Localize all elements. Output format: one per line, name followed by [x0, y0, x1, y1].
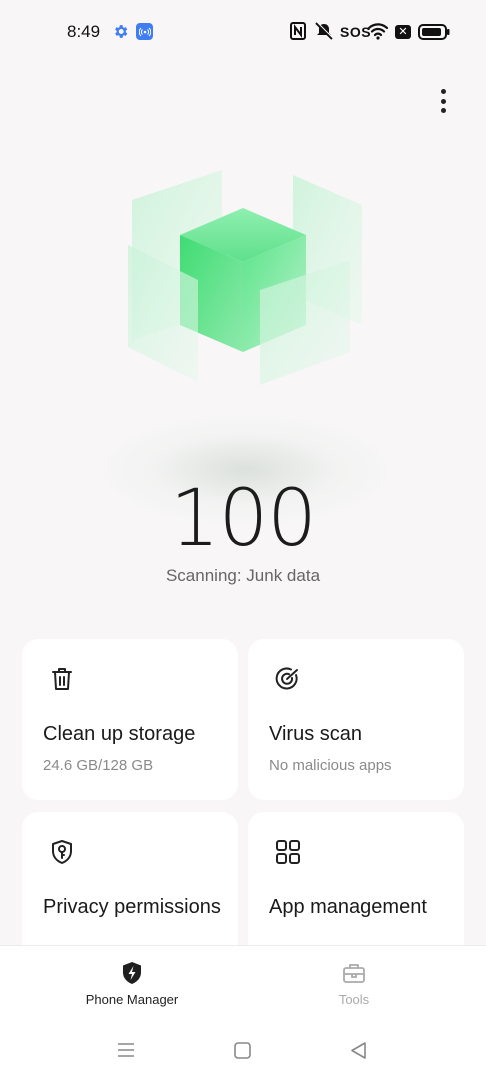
shield-key-icon — [52, 840, 72, 864]
mute-icon — [315, 22, 334, 40]
radar-icon — [275, 667, 298, 690]
close-box-icon: ✕ — [395, 25, 411, 39]
cast-icon — [136, 23, 153, 40]
gear-icon — [115, 25, 128, 38]
card-title: App management — [269, 896, 427, 918]
tab-label: Phone Manager — [85, 992, 179, 1007]
tab-label: Tools — [338, 992, 370, 1007]
bottom-navigation: Phone Manager Tools — [0, 945, 486, 1080]
card-title: Virus scan — [269, 723, 363, 745]
card-subtitle: No malicious apps — [269, 757, 392, 774]
tab-phone-manager[interactable]: Phone Manager — [57, 960, 207, 1007]
home-icon[interactable] — [234, 1042, 251, 1059]
virus-scan-card[interactable]: Virus scan No malicious apps — [248, 639, 464, 800]
more-vertical-icon — [440, 89, 446, 94]
score-value: 100 — [170, 474, 317, 564]
toolbox-icon — [343, 964, 365, 983]
trash-icon — [52, 668, 72, 690]
sos-indicator: SOS — [340, 24, 372, 40]
more-options-button[interactable] — [430, 86, 456, 116]
shield-bolt-icon — [123, 962, 141, 984]
wifi-icon — [368, 23, 388, 40]
battery-icon — [418, 24, 450, 40]
clean-up-storage-card[interactable]: Clean up storage 24.6 GB/128 GB — [22, 639, 238, 800]
card-subtitle: 24.6 GB/128 GB — [43, 757, 154, 774]
card-title: Clean up storage — [43, 723, 196, 745]
grid-icon — [276, 840, 300, 864]
menu-icon[interactable] — [117, 1042, 135, 1058]
scan-status: Scanning: Junk data — [165, 566, 321, 585]
card-title: Privacy permissions — [43, 896, 221, 918]
status-time: 8:49 — [67, 22, 101, 41]
status-bar: 8:49 SOS ✕ — [0, 0, 486, 64]
scan-cube-illustration — [128, 170, 362, 385]
nfc-icon — [290, 22, 306, 40]
tab-tools[interactable]: Tools — [279, 960, 429, 1007]
back-icon[interactable] — [350, 1042, 367, 1059]
